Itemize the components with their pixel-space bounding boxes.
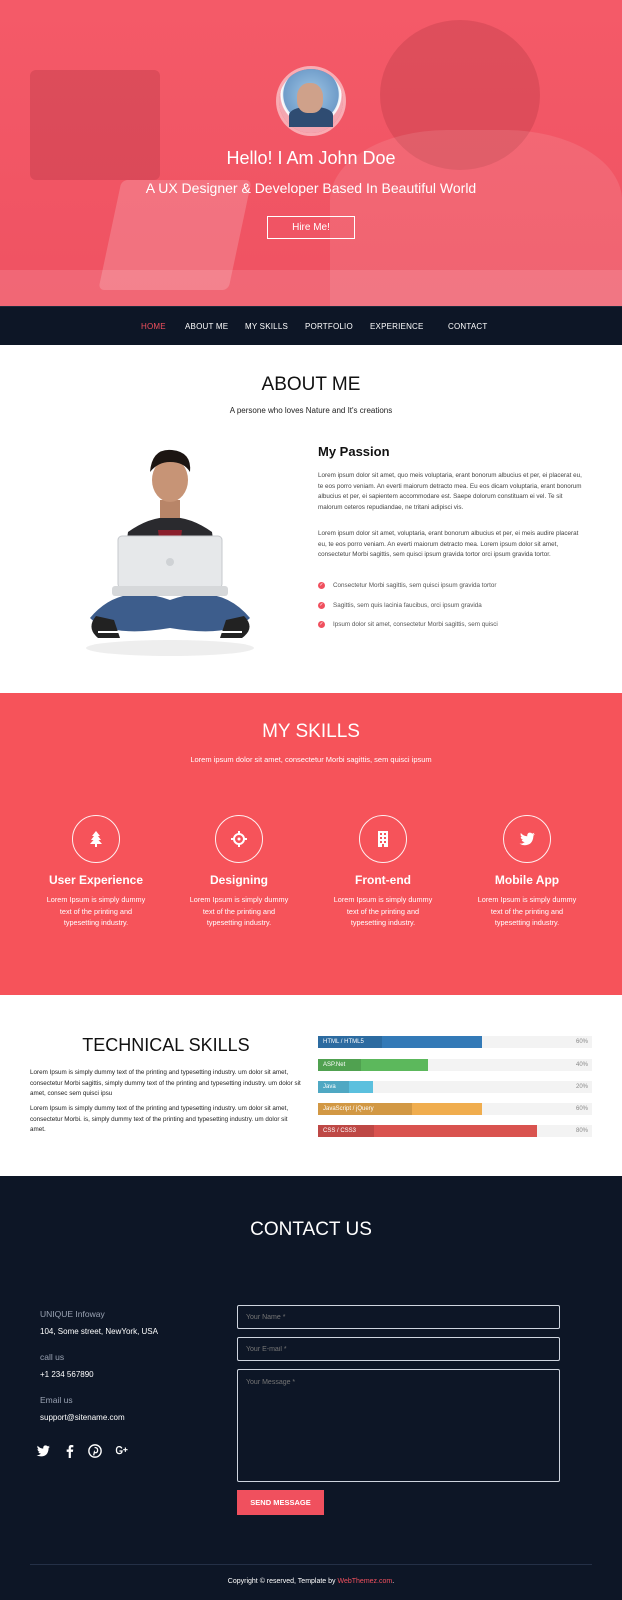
skill-bar: ASP.Net 40%	[318, 1059, 592, 1071]
tree-icon	[90, 831, 102, 847]
footer-divider	[30, 1564, 592, 1565]
passion-paragraph-2: Lorem ipsum dolor sit amet, voluptaria, …	[318, 530, 579, 558]
nav-item-about-me[interactable]: ABOUT ME	[185, 307, 228, 346]
pinterest-icon[interactable]	[88, 1444, 102, 1458]
phone-number: +1 234 567890	[40, 1370, 94, 1379]
tech-paragraph-1: Lorem Ipsum is simply dummy text of the …	[30, 1069, 301, 1097]
skill-description: Lorem Ipsum is simply dummy text of the …	[333, 895, 433, 927]
skill-bar-percent: 40%	[575, 1062, 588, 1068]
skill-bar-label: Java	[323, 1084, 336, 1090]
skills-section: MY SKILLS Lorem ipsum dolor sit amet, co…	[0, 693, 622, 995]
skill-bar-label: HTML / HTML5	[323, 1039, 364, 1045]
passion-list-item: ✓ Consectetur Morbi sagittis, sem quisci …	[318, 582, 496, 589]
skills-title: MY SKILLS	[262, 721, 360, 742]
nav-item-experience[interactable]: EXPERIENCE	[370, 307, 424, 346]
nav-item-contact[interactable]: CONTACT	[448, 307, 487, 346]
list-item-text: Ipsum dolor sit amet, consectetur Morbi …	[333, 621, 498, 628]
name-field[interactable]	[237, 1305, 560, 1329]
skill-bar: JavaScript / jQuery 60%	[318, 1103, 592, 1115]
list-item-text: Consectetur Morbi sagittis, sem quisci i…	[333, 582, 497, 589]
person-with-laptop-image	[86, 449, 254, 656]
skill-description: Lorem Ipsum is simply dummy text of the …	[189, 895, 289, 927]
nav-item-home[interactable]: HOME	[141, 307, 166, 346]
passion-paragraph-1: Lorem ipsum dolor sit amet, quo meis vol…	[318, 472, 582, 511]
skill-name: User Experience	[48, 873, 144, 887]
building-icon	[378, 831, 388, 847]
skill-bar-label: CSS / CSS3	[323, 1128, 357, 1134]
skill-name: Designing	[209, 873, 268, 887]
skill-bar-percent: 20%	[575, 1084, 588, 1090]
about-title: ABOUT ME	[261, 374, 361, 395]
main-nav: HOME ABOUT ME MY SKILLS PORTFOLIO EXPERI…	[0, 306, 622, 345]
skill-icon-circle	[215, 815, 263, 863]
company-name: UNIQUE Infoway	[40, 1309, 105, 1319]
skill-icon-circle	[359, 815, 407, 863]
copyright-end: .	[392, 1578, 395, 1585]
skill-icon-circle	[72, 815, 120, 863]
passion-list-item: ✓ Ipsum dolor sit amet, consectetur Morbi…	[318, 621, 498, 628]
list-item-text: Sagittis, sem quis lacinia faucibus, orc…	[333, 602, 482, 609]
skill-name: Mobile App	[494, 873, 560, 887]
email-label: Email us	[40, 1395, 73, 1405]
skill-bar: Java 20%	[318, 1081, 592, 1093]
check-icon: ✓	[318, 602, 325, 609]
skill-name: Front-end	[355, 873, 411, 887]
facebook-icon[interactable]	[63, 1444, 77, 1458]
call-label: call us	[40, 1352, 65, 1362]
check-icon: ✓	[318, 582, 325, 589]
skills-subtitle: Lorem ipsum dolor sit amet, consectetur …	[190, 755, 432, 764]
hero-title: Hello! I Am John Doe	[226, 148, 396, 168]
skill-bar-percent: 60%	[575, 1106, 588, 1112]
skill-description: Lorem Ipsum is simply dummy text of the …	[46, 895, 146, 927]
about-subtitle: A persone who loves Nature and It's crea…	[229, 406, 393, 415]
contact-title: CONTACT US	[250, 1219, 372, 1240]
skill-bar: CSS / CSS3 80%	[318, 1125, 592, 1137]
skill-icon-circle	[503, 815, 551, 863]
nav-item-portfolio[interactable]: PORTFOLIO	[305, 307, 353, 346]
twitter-icon	[519, 832, 535, 846]
copyright-label: Copyright © reserved, Template by	[227, 1578, 338, 1585]
hero-desk-shape	[0, 270, 622, 306]
nav-item-my-skills[interactable]: MY SKILLS	[245, 307, 288, 346]
avatar	[279, 69, 343, 133]
email-address[interactable]: support@sitename.com	[40, 1413, 125, 1422]
copyright-text: Copyright © reserved, Template by WebThe…	[0, 1578, 622, 1585]
send-message-button[interactable]: SEND MESSAGE	[237, 1490, 324, 1515]
hero-subtitle: A UX Designer & Developer Based In Beaut…	[145, 180, 477, 196]
email-field[interactable]	[237, 1337, 560, 1361]
skill-bar: HTML / HTML5 60%	[318, 1036, 592, 1048]
skill-bar-label: JavaScript / jQuery	[323, 1106, 374, 1112]
skill-bar-label: ASP.Net	[323, 1062, 346, 1068]
passion-title: My Passion	[318, 444, 390, 459]
skill-description: Lorem Ipsum is simply dummy text of the …	[477, 895, 577, 927]
skill-bar-percent: 60%	[575, 1039, 588, 1045]
crosshair-icon	[231, 831, 247, 847]
twitter-icon[interactable]	[36, 1444, 50, 1458]
company-address: 104, Some street, NewYork, USA	[40, 1327, 158, 1336]
google-plus-icon[interactable]	[114, 1444, 128, 1458]
check-icon: ✓	[318, 621, 325, 628]
skill-bar-percent: 80%	[575, 1128, 588, 1134]
template-credit-link[interactable]: WebThemez.com	[338, 1578, 393, 1585]
passion-list-item: ✓ Sagittis, sem quis lacinia faucibus, or…	[318, 602, 482, 609]
message-field[interactable]	[237, 1369, 560, 1482]
technical-skills-title: TECHNICAL SKILLS	[82, 1035, 250, 1055]
hire-me-button[interactable]: Hire Me!	[267, 216, 355, 239]
tech-paragraph-2: Lorem Ipsum is simply dummy text of the …	[30, 1105, 289, 1133]
